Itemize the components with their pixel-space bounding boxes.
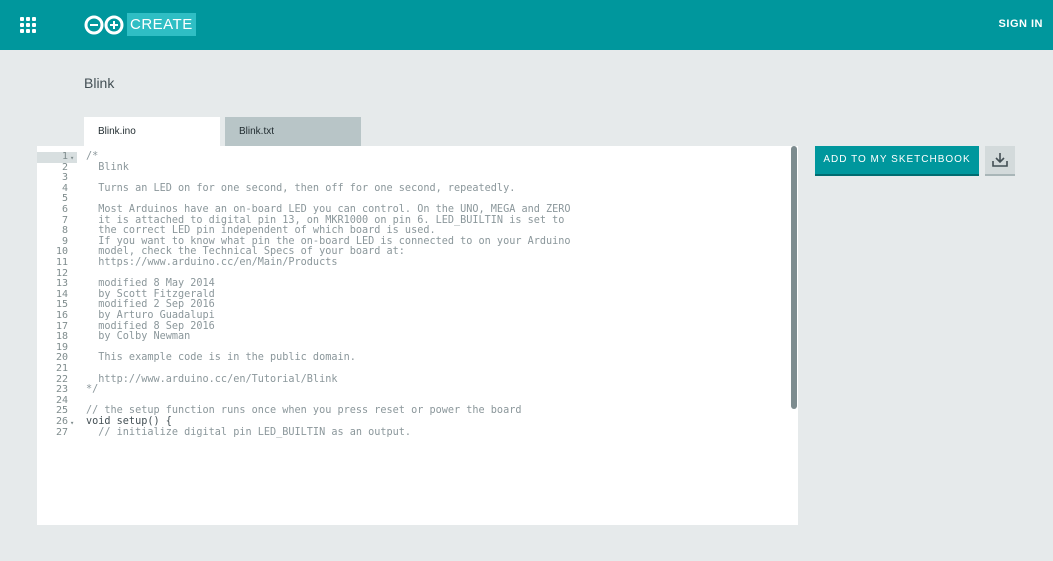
top-bar: CREATE SIGN IN [0, 0, 1053, 50]
code-line-text: This example code is in the public domai… [86, 352, 356, 364]
code-line-text: http://www.arduino.cc/en/Tutorial/Blink [86, 373, 338, 385]
tab-blink-txt[interactable]: Blink.txt [225, 117, 361, 146]
code-editor[interactable]: 1 ▾/* 2 Blink 3 4 Turns an LED on for one se… [37, 146, 798, 525]
code-line-text: https://www.arduino.cc/en/Main/Products [86, 257, 338, 268]
fold-toggle-icon[interactable]: ▾ [70, 153, 74, 164]
download-button[interactable] [985, 146, 1015, 176]
code-line-text: Blink [86, 161, 129, 173]
code-line-text: // initialize digital pin LED_BUILTIN as… [86, 426, 412, 438]
create-label[interactable]: CREATE [127, 13, 196, 36]
line-number: 26 [55, 416, 68, 427]
code-line-text: Most Arduinos have an on-board LED you c… [86, 204, 571, 215]
line-number: 6 [61, 204, 68, 215]
code-line-text: */ [86, 384, 99, 396]
code-line-text: /* [86, 151, 99, 162]
fold-toggle-icon[interactable]: ▾ [70, 418, 74, 429]
sign-in-link[interactable]: SIGN IN [999, 18, 1043, 30]
line-number: 16 [55, 310, 68, 321]
tab-blink-ino[interactable]: Blink.ino [84, 117, 220, 146]
apps-grid-icon[interactable] [20, 17, 36, 33]
sketch-title: Blink [84, 75, 115, 91]
arduino-logo-icon[interactable] [83, 14, 125, 36]
line-number: 27 [55, 426, 68, 438]
line-number: 21 [55, 363, 68, 374]
download-icon [992, 153, 1008, 167]
code-line-text: by Colby Newman [86, 331, 191, 343]
add-to-sketchbook-button[interactable]: ADD TO MY SKETCHBOOK [815, 146, 979, 176]
code-line-text: by Arturo Guadalupi [86, 310, 215, 321]
editor-scrollbar[interactable] [791, 146, 797, 409]
code-line-text: Turns an LED on for one second, then off… [86, 182, 516, 194]
line-number: 11 [55, 257, 68, 268]
code-line-text: void setup() { [86, 416, 172, 427]
